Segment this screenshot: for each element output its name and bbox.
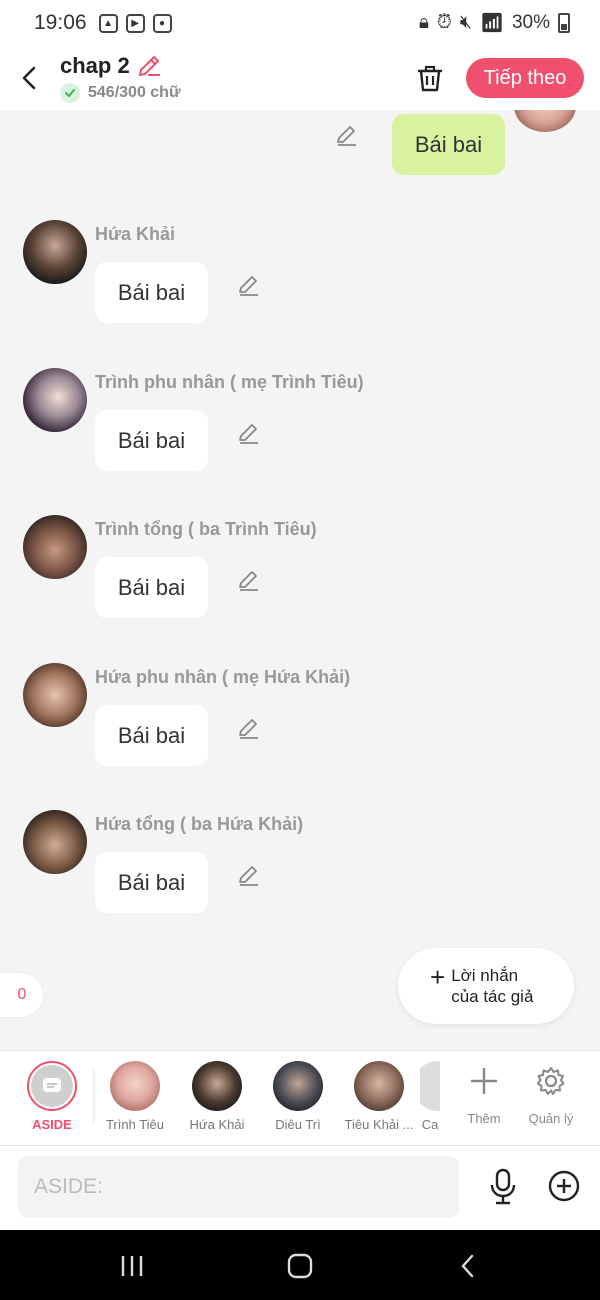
status-time: 19:06 [34, 11, 87, 34]
avatar [273, 1061, 323, 1111]
character-item[interactable]: Hứa Khải [176, 1061, 258, 1141]
self-message-bubble[interactable]: Bái bai [392, 114, 505, 175]
mic-icon [490, 1168, 516, 1205]
app-notification-icon: ▲ [98, 13, 118, 33]
battery-icon [558, 13, 570, 33]
status-bar: 19:06 ▲ ▶ ● 🔒︎ ⏰︎ 🔇︎ 📶︎ 30% [0, 0, 600, 46]
wifi-icon: 📶︎ [479, 13, 504, 34]
next-button[interactable]: Tiếp theo [466, 58, 584, 98]
message-input[interactable]: ASIDE: [18, 1156, 459, 1218]
camera-notification-icon: ● [152, 13, 172, 33]
character-aside[interactable]: ASIDE [11, 1061, 93, 1141]
edit-message-icon[interactable] [236, 862, 262, 888]
avatar [110, 1061, 160, 1111]
home-icon [287, 1253, 313, 1279]
plus-circle-icon [548, 1170, 580, 1202]
character-label: ASIDE [32, 1117, 72, 1132]
word-count: 546/300 chữ [88, 84, 181, 101]
chat-message: Hứa phu nhân ( mẹ Hứa Khải) Bái bai [0, 663, 600, 793]
speaker-name: Hứa tổng ( ba Hứa Khải) [95, 814, 304, 834]
input-bar: ASIDE: [0, 1146, 600, 1230]
gear-icon [537, 1067, 565, 1095]
system-nav-bar [0, 1230, 600, 1300]
character-item[interactable]: Ca [420, 1061, 440, 1141]
pencil-icon[interactable] [136, 53, 162, 79]
nav-back-button[interactable] [448, 1250, 488, 1282]
character-label: Diêu Trì [275, 1117, 321, 1132]
manage-button[interactable]: Quản lý [521, 1061, 581, 1126]
chat-message: Hứa tổng ( ba Hứa Khải) Bái bai [0, 810, 600, 940]
message-bubble[interactable]: Bái bai [95, 705, 208, 766]
speaker-name: Hứa phu nhân ( mẹ Hứa Khải) [95, 667, 351, 687]
plus-icon [471, 1068, 497, 1094]
recents-button[interactable] [112, 1250, 152, 1282]
message-bubble[interactable]: Bái bai [95, 262, 208, 323]
character-bar: ASIDE Trình Tiêu Hứa Khải Diêu Trì Tiêu … [0, 1050, 600, 1146]
alarm-icon: ⏰︎ [437, 12, 452, 33]
aside-avatar [27, 1061, 77, 1111]
message-bubble[interactable]: Bái bai [95, 557, 208, 618]
status-right: 🔒︎ ⏰︎ 🔇︎ 📶︎ 30% [419, 11, 570, 35]
author-note-button[interactable]: + Lời nhắn của tác giả [398, 948, 574, 1024]
check-icon [60, 83, 80, 103]
recents-icon [121, 1256, 143, 1276]
add-character-button[interactable]: Thêm [454, 1061, 514, 1126]
back-icon [461, 1254, 474, 1278]
edit-message-icon[interactable] [334, 122, 360, 148]
chat-area[interactable]: Bái bai Hứa Khải Bái bai Trình phu nhân … [0, 110, 600, 1050]
edit-message-icon[interactable] [236, 715, 262, 741]
chat-message: Trình tổng ( ba Trình Tiêu) Bái bai [0, 515, 600, 645]
edit-message-icon[interactable] [236, 420, 262, 446]
chat-message: Hứa Khải Bái bai [0, 220, 600, 350]
character-item[interactable]: Diêu Trì [257, 1061, 339, 1141]
avatar [192, 1061, 242, 1111]
notification-icons: ▲ ▶ ● [98, 13, 172, 33]
chapter-title: chap 2 [60, 53, 130, 78]
back-button[interactable] [0, 46, 60, 110]
delete-button[interactable] [412, 60, 448, 96]
character-label: Tiêu Khải ... [344, 1117, 414, 1132]
author-note-line1: Lời nhắn [451, 966, 519, 985]
author-note-line2: của tác giả [451, 987, 534, 1006]
avatar[interactable] [23, 810, 87, 874]
avatar[interactable] [23, 515, 87, 579]
avatar [420, 1061, 440, 1111]
trash-icon [417, 65, 443, 92]
add-attachment-button[interactable] [546, 1168, 582, 1204]
message-bubble[interactable]: Bái bai [95, 852, 208, 913]
home-button[interactable] [280, 1250, 320, 1282]
character-label: Trình Tiêu [105, 1117, 165, 1132]
avatar [354, 1061, 404, 1111]
plus-icon: + [430, 961, 446, 992]
edit-message-icon[interactable] [236, 272, 262, 298]
video-notification-icon: ▶ [125, 13, 145, 33]
speaker-name: Trình tổng ( ba Trình Tiêu) [95, 519, 317, 539]
lock-icon: 🔒︎ [418, 12, 430, 33]
manage-label: Quản lý [528, 1111, 574, 1126]
chat-message: Trình phu nhân ( mẹ Trình Tiêu) Bái bai [0, 368, 600, 498]
edit-message-icon[interactable] [236, 567, 262, 593]
voice-button[interactable] [484, 1166, 522, 1208]
self-avatar[interactable] [514, 110, 576, 132]
character-label: Hứa Khải [189, 1117, 245, 1132]
avatar[interactable] [23, 663, 87, 727]
speaker-name: Hứa Khải [95, 224, 176, 244]
mute-icon: 🔇︎ [459, 12, 472, 33]
character-item[interactable]: Trình Tiêu [94, 1061, 176, 1141]
scroll-counter[interactable]: 0 [0, 972, 44, 1018]
add-label: Thêm [467, 1111, 501, 1126]
back-arrow-icon [22, 66, 36, 90]
battery-text: 30% [511, 12, 550, 33]
chapter-header: chap 2 546/300 chữ Tiếp theo [0, 46, 600, 110]
avatar[interactable] [23, 368, 87, 432]
character-item[interactable]: Tiêu Khải ... [338, 1061, 420, 1141]
character-label: Ca [421, 1117, 439, 1132]
title-block: chap 2 546/300 chữ [60, 53, 181, 103]
message-bubble[interactable]: Bái bai [95, 410, 208, 471]
avatar[interactable] [23, 220, 87, 284]
chat-bubble-icon [43, 1078, 61, 1092]
speaker-name: Trình phu nhân ( mẹ Trình Tiêu) [95, 372, 364, 392]
